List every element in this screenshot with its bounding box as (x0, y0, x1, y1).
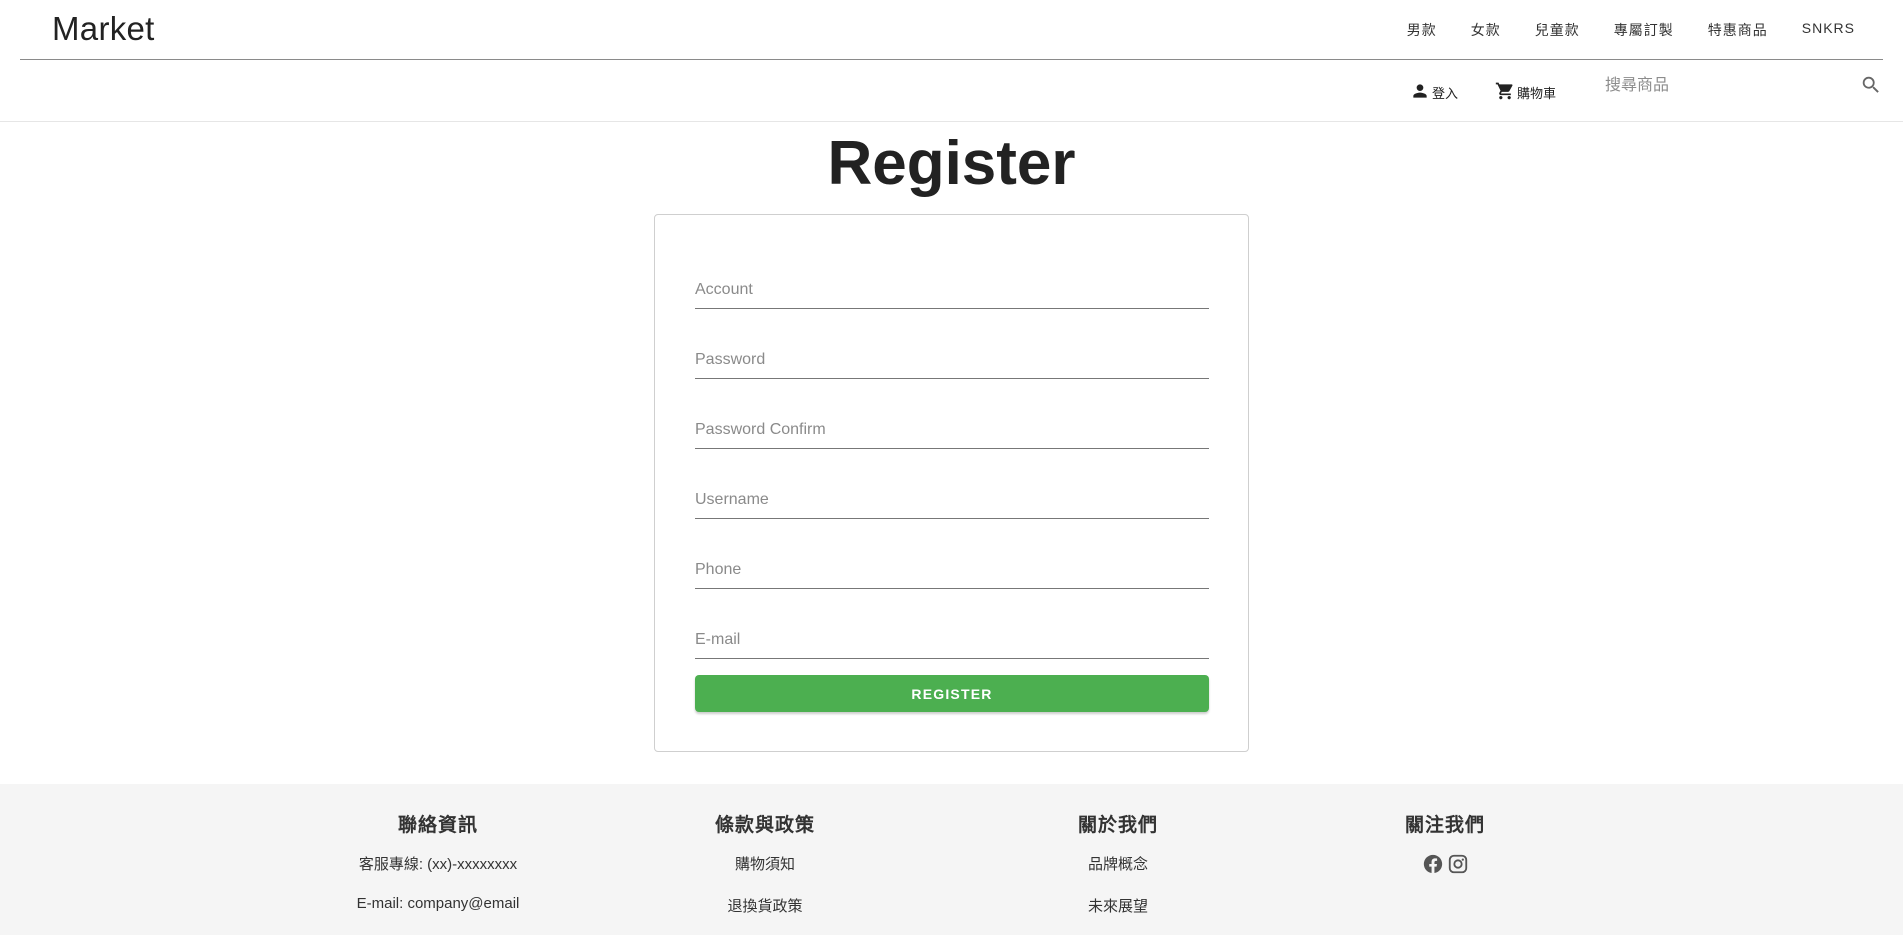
footer-contact: 聯絡資訊 客服專線: (xx)-xxxxxxxx E-mail: company… (308, 810, 568, 933)
login-link[interactable]: 登入 (1410, 81, 1458, 104)
username-input[interactable] (695, 486, 1209, 514)
password-confirm-input[interactable] (695, 416, 1209, 444)
nav-custom[interactable]: 專屬訂製 (1614, 20, 1674, 40)
search-input[interactable] (1605, 69, 1850, 103)
footer-heading-about: 關於我們 (1077, 815, 1158, 836)
email-input[interactable] (695, 626, 1209, 654)
email-field[interactable] (695, 613, 1209, 659)
footer-heading-follow: 關注我們 (1404, 815, 1485, 836)
phone-field[interactable] (695, 543, 1209, 589)
footer-link-phone[interactable]: 客服專線: (xx)-xxxxxxxx (308, 853, 568, 874)
footer-link-shopping-notice[interactable]: 購物須知 (635, 853, 895, 874)
site-footer: 聯絡資訊 客服專線: (xx)-xxxxxxxx E-mail: company… (0, 784, 1903, 935)
instagram-icon[interactable] (1447, 853, 1469, 875)
nav-sale[interactable]: 特惠商品 (1708, 20, 1768, 40)
cart-label: 購物車 (1517, 86, 1557, 101)
password-field[interactable] (695, 333, 1209, 379)
category-nav: 男款 女款 兒童款 專屬訂製 特惠商品 SNKRS (1373, 20, 1855, 40)
register-form-card: REGISTER (654, 214, 1249, 752)
footer-about: 關於我們 品牌概念 未來展望 (988, 810, 1248, 935)
password-input[interactable] (695, 346, 1209, 374)
phone-input[interactable] (695, 556, 1209, 584)
utility-bar: 登入 購物車 (20, 61, 1883, 121)
account-field[interactable] (695, 263, 1209, 309)
nav-women[interactable]: 女款 (1471, 20, 1501, 40)
footer-follow: 關注我們 (1315, 810, 1575, 875)
page-title: Register (827, 129, 1076, 198)
top-header: Market 男款 女款 兒童款 專屬訂製 特惠商品 SNKRS (20, 0, 1883, 60)
footer-link-brand-concept[interactable]: 品牌概念 (988, 853, 1248, 874)
footer-link-return-policy[interactable]: 退換貨政策 (635, 895, 895, 916)
facebook-icon[interactable] (1422, 853, 1444, 875)
nav-men[interactable]: 男款 (1407, 20, 1437, 40)
nav-kids[interactable]: 兒童款 (1535, 20, 1580, 40)
footer-heading-policy: 條款與政策 (714, 815, 815, 836)
header-divider (0, 121, 1903, 122)
account-input[interactable] (695, 276, 1209, 304)
cart-icon (1495, 81, 1517, 104)
footer-link-future-vision[interactable]: 未來展望 (988, 895, 1248, 916)
search-button[interactable] (1858, 73, 1884, 99)
register-button[interactable]: REGISTER (695, 675, 1209, 712)
footer-policy: 條款與政策 購物須知 退換貨政策 (635, 810, 895, 935)
social-links (1315, 853, 1575, 875)
password-confirm-field[interactable] (695, 403, 1209, 449)
person-icon (1410, 81, 1432, 104)
username-field[interactable] (695, 473, 1209, 519)
nav-snkrs[interactable]: SNKRS (1802, 20, 1855, 40)
footer-heading-contact: 聯絡資訊 (397, 815, 478, 836)
footer-link-email[interactable]: E-mail: company@email (308, 895, 568, 912)
cart-link[interactable]: 購物車 (1495, 81, 1556, 104)
login-label: 登入 (1432, 86, 1459, 101)
brand-logo[interactable]: Market (52, 10, 155, 48)
search-icon (1860, 76, 1882, 99)
